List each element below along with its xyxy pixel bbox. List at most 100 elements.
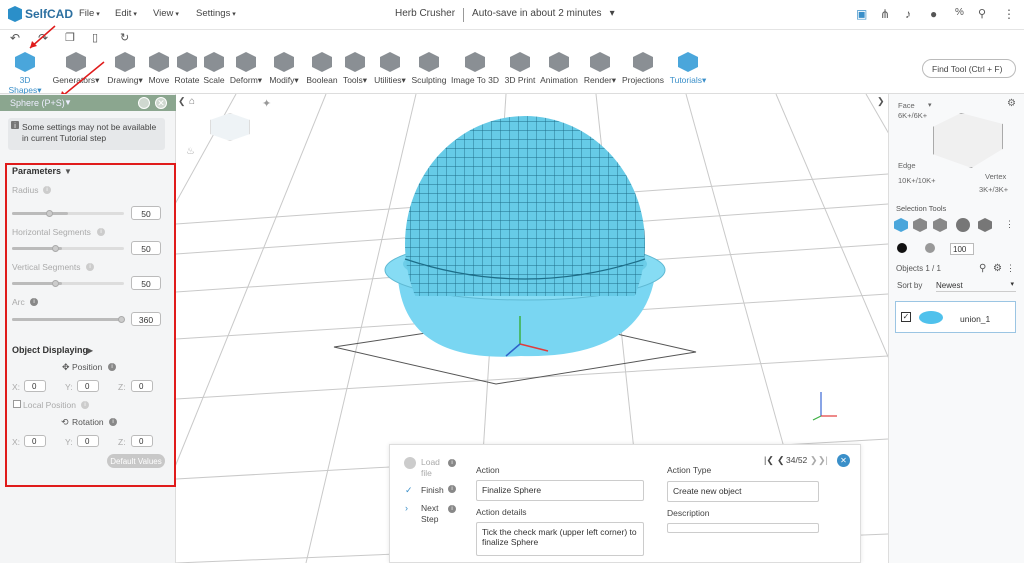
tool-animation[interactable]: Animation bbox=[538, 52, 580, 85]
redo-icon[interactable]: ↷ bbox=[38, 31, 48, 45]
step-finish[interactable]: Finish bbox=[421, 485, 444, 495]
app-logo[interactable]: SelfCAD bbox=[8, 6, 73, 22]
first-step-icon[interactable]: |❮ bbox=[764, 455, 774, 466]
menu-icon[interactable]: ⋮ bbox=[1006, 263, 1015, 274]
prev-step-icon[interactable]: ❮ bbox=[777, 455, 785, 466]
tool-scale[interactable]: Scale bbox=[202, 52, 226, 85]
step-load-file[interactable]: Load file bbox=[421, 457, 445, 479]
help-icon[interactable]: ● bbox=[930, 7, 937, 21]
vseg-info-icon[interactable]: i bbox=[86, 263, 94, 271]
tool-move[interactable]: Move bbox=[148, 52, 170, 85]
settings-gear-icon[interactable]: ⚙ bbox=[1007, 98, 1016, 109]
light-icon[interactable]: ✦ bbox=[262, 97, 271, 110]
document-name[interactable]: Herb Crusher bbox=[395, 8, 455, 22]
pattern-icon[interactable] bbox=[925, 243, 935, 253]
tool-rotate[interactable]: Rotate bbox=[172, 52, 202, 85]
vseg-slider-handle[interactable] bbox=[52, 280, 59, 287]
tool-deform[interactable]: Deform▾ bbox=[228, 52, 264, 86]
hseg-input[interactable]: 50 bbox=[131, 241, 161, 255]
refresh-icon[interactable]: ↻ bbox=[120, 31, 129, 44]
tool-tutorials[interactable]: Tutorials▾ bbox=[668, 52, 708, 86]
find-tool-input[interactable]: Find Tool (Ctrl + F) bbox=[922, 59, 1016, 78]
tool-tools[interactable]: Tools▾ bbox=[340, 52, 370, 86]
select-vertex-icon[interactable] bbox=[956, 218, 970, 232]
menu-file[interactable]: File bbox=[79, 8, 100, 19]
tool-generators[interactable]: Generators▾ bbox=[52, 52, 100, 86]
collapse-left-icon[interactable]: ❮ bbox=[178, 96, 186, 107]
tool-3d-print[interactable]: 3D Print bbox=[502, 52, 538, 85]
next-step-icon[interactable]: ❯ bbox=[810, 455, 818, 466]
copy-icon[interactable]: ❐ bbox=[65, 31, 75, 44]
home-icon[interactable]: ⌂ bbox=[189, 96, 195, 107]
vseg-input[interactable]: 50 bbox=[131, 276, 161, 290]
arc-slider[interactable] bbox=[12, 316, 125, 323]
radius-slider-handle[interactable] bbox=[46, 210, 53, 217]
confirm-check-icon[interactable] bbox=[138, 97, 150, 109]
title-dropdown-icon[interactable]: ▼ bbox=[64, 98, 72, 107]
rotation-info-icon[interactable]: i bbox=[109, 418, 117, 426]
tool-drawing[interactable]: Drawing▾ bbox=[104, 52, 146, 86]
vseg-slider[interactable] bbox=[12, 280, 124, 287]
hseg-slider-handle[interactable] bbox=[52, 245, 59, 252]
radius-input[interactable]: 50 bbox=[131, 206, 161, 220]
position-info-icon[interactable]: i bbox=[108, 363, 116, 371]
sort-select[interactable]: Newest ▾ bbox=[936, 279, 1016, 292]
account-icon[interactable]: ⚲ bbox=[978, 7, 986, 20]
rot-y-input[interactable]: 0 bbox=[77, 435, 99, 447]
save-icon[interactable]: ▣ bbox=[856, 7, 867, 21]
tool-sculpting[interactable]: Sculpting bbox=[410, 52, 448, 85]
collapse-right-icon[interactable]: ❯ bbox=[877, 96, 885, 107]
local-position-checkbox[interactable] bbox=[13, 400, 21, 408]
bell-icon[interactable]: ♪ bbox=[905, 7, 911, 21]
close-tutorial-icon[interactable]: ✕ bbox=[837, 454, 850, 467]
face-dropdown-icon[interactable]: ▾ bbox=[928, 101, 932, 109]
pos-y-input[interactable]: 0 bbox=[77, 380, 99, 392]
radius-slider[interactable] bbox=[12, 210, 124, 217]
tool-projections[interactable]: Projections bbox=[620, 52, 666, 85]
rot-z-input[interactable]: 0 bbox=[131, 435, 153, 447]
options-gear-icon[interactable]: ⚙ bbox=[993, 263, 1002, 274]
more-icon[interactable]: ⋮ bbox=[1003, 7, 1015, 21]
undo-icon[interactable]: ↶ bbox=[10, 31, 20, 45]
radius-info-icon[interactable]: i bbox=[43, 186, 51, 194]
step-next[interactable]: Next Step bbox=[421, 503, 443, 525]
tool-image-to-3d[interactable]: Image To 3D bbox=[450, 52, 500, 85]
opacity-input[interactable]: 100 bbox=[950, 243, 974, 255]
tool-boolean[interactable]: Boolean bbox=[304, 52, 340, 85]
local-info-icon[interactable]: i bbox=[81, 401, 89, 409]
menu-view[interactable]: View bbox=[153, 8, 179, 19]
default-values-button[interactable]: Default Values bbox=[107, 454, 165, 468]
delete-icon[interactable]: ▯ bbox=[92, 31, 98, 44]
tutorial-panel: Load file i ✓ Finish i › Next Step i Act… bbox=[389, 444, 861, 563]
menu-settings[interactable]: Settings bbox=[196, 8, 236, 19]
close-icon[interactable]: ✕ bbox=[155, 97, 167, 109]
last-step-icon[interactable]: ❯| bbox=[818, 455, 828, 466]
arc-input[interactable]: 360 bbox=[131, 312, 161, 326]
expand-arrow-icon[interactable]: ▶ bbox=[87, 346, 93, 355]
search-icon[interactable]: ⚲ bbox=[979, 263, 986, 274]
rot-x-input[interactable]: 0 bbox=[24, 435, 46, 447]
pos-z-input[interactable]: 0 bbox=[131, 380, 153, 392]
bulb-icon[interactable]: ♨ bbox=[186, 146, 195, 157]
pos-x-input[interactable]: 0 bbox=[24, 380, 46, 392]
black-circle-icon[interactable] bbox=[897, 243, 907, 253]
menu-edit[interactable]: Edit bbox=[115, 8, 137, 19]
tool-modify[interactable]: Modify▾ bbox=[266, 52, 302, 86]
tool-render[interactable]: Render▾ bbox=[582, 52, 618, 86]
tool-utilities[interactable]: Utilities▾ bbox=[372, 52, 408, 86]
next-info-icon[interactable]: i bbox=[448, 505, 456, 513]
tool-3d-shapes[interactable]: 3D Shapes▾ bbox=[2, 52, 48, 96]
arc-slider-handle[interactable] bbox=[118, 316, 125, 323]
percent-icon[interactable]: % bbox=[955, 7, 964, 18]
parameters-collapse-icon[interactable]: ▼ bbox=[64, 167, 72, 176]
load-info-icon[interactable]: i bbox=[448, 459, 456, 467]
object-list-item[interactable]: ✓ union_1 bbox=[895, 301, 1016, 333]
more-options-icon[interactable]: ⋮ bbox=[1005, 219, 1014, 230]
share-icon[interactable]: ⋔ bbox=[880, 7, 890, 21]
finish-info-icon[interactable]: i bbox=[448, 485, 456, 493]
autosave-dropdown-icon[interactable]: ▾ bbox=[610, 8, 615, 22]
arc-info-icon[interactable]: i bbox=[30, 298, 38, 306]
hseg-info-icon[interactable]: i bbox=[97, 228, 105, 236]
hseg-slider[interactable] bbox=[12, 245, 124, 252]
object-visibility-checkbox[interactable]: ✓ bbox=[901, 312, 911, 322]
